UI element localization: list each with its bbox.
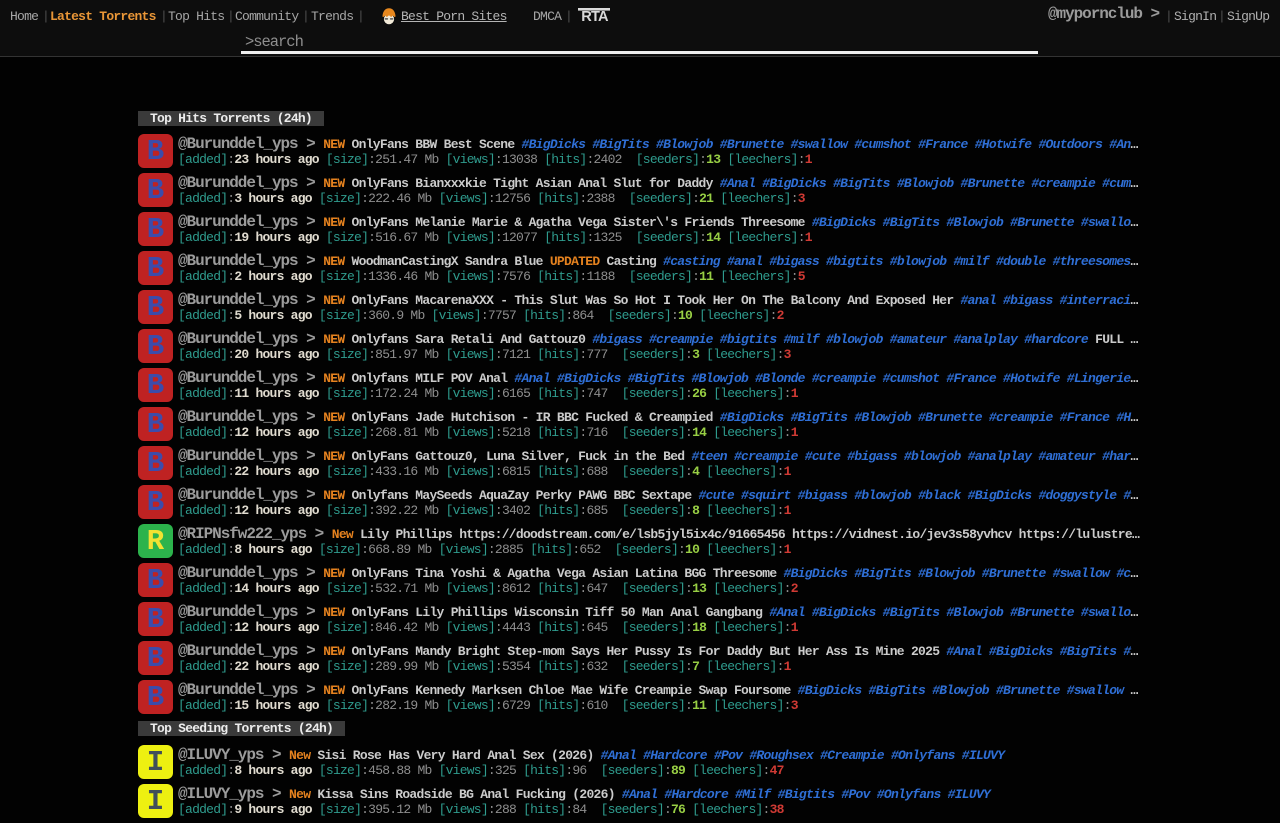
svg-text:RTA: RTA: [581, 9, 609, 21]
